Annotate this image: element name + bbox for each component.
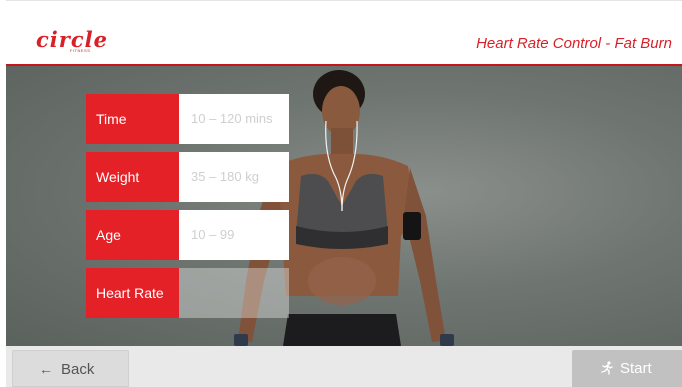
age-label: Age (86, 210, 179, 260)
program-title: Heart Rate Control - Fat Burn (476, 35, 672, 52)
heart-rate-label: Heart Rate (86, 268, 179, 318)
weight-field[interactable]: Weight 35 – 180 kg (86, 152, 289, 202)
time-label: Time (86, 94, 179, 144)
arrow-left-icon: ← (39, 361, 53, 377)
weight-value[interactable]: 35 – 180 kg (179, 152, 289, 202)
footer-bar: ← Back Start (6, 346, 682, 387)
time-value[interactable]: 10 – 120 mins (179, 94, 289, 144)
brand-logo-subtext: FITNESS (70, 48, 91, 53)
heart-rate-field[interactable]: Heart Rate (86, 268, 289, 318)
back-button[interactable]: ← Back (12, 350, 129, 387)
weight-label: Weight (86, 152, 179, 202)
age-value[interactable]: 10 – 99 (179, 210, 289, 260)
heart-rate-value[interactable] (179, 268, 289, 318)
time-field[interactable]: Time 10 – 120 mins (86, 94, 289, 144)
hero-background: Time 10 – 120 mins Weight 35 – 180 kg Ag… (6, 66, 682, 346)
start-button[interactable]: Start (572, 350, 682, 387)
start-button-label: Start (620, 360, 652, 377)
app-frame: circle FITNESS Heart Rate Control - Fat … (6, 0, 682, 387)
back-button-label: Back (61, 361, 95, 378)
age-field[interactable]: Age 10 – 99 (86, 210, 289, 260)
header: circle FITNESS Heart Rate Control - Fat … (6, 0, 682, 67)
running-person-icon (601, 361, 613, 375)
